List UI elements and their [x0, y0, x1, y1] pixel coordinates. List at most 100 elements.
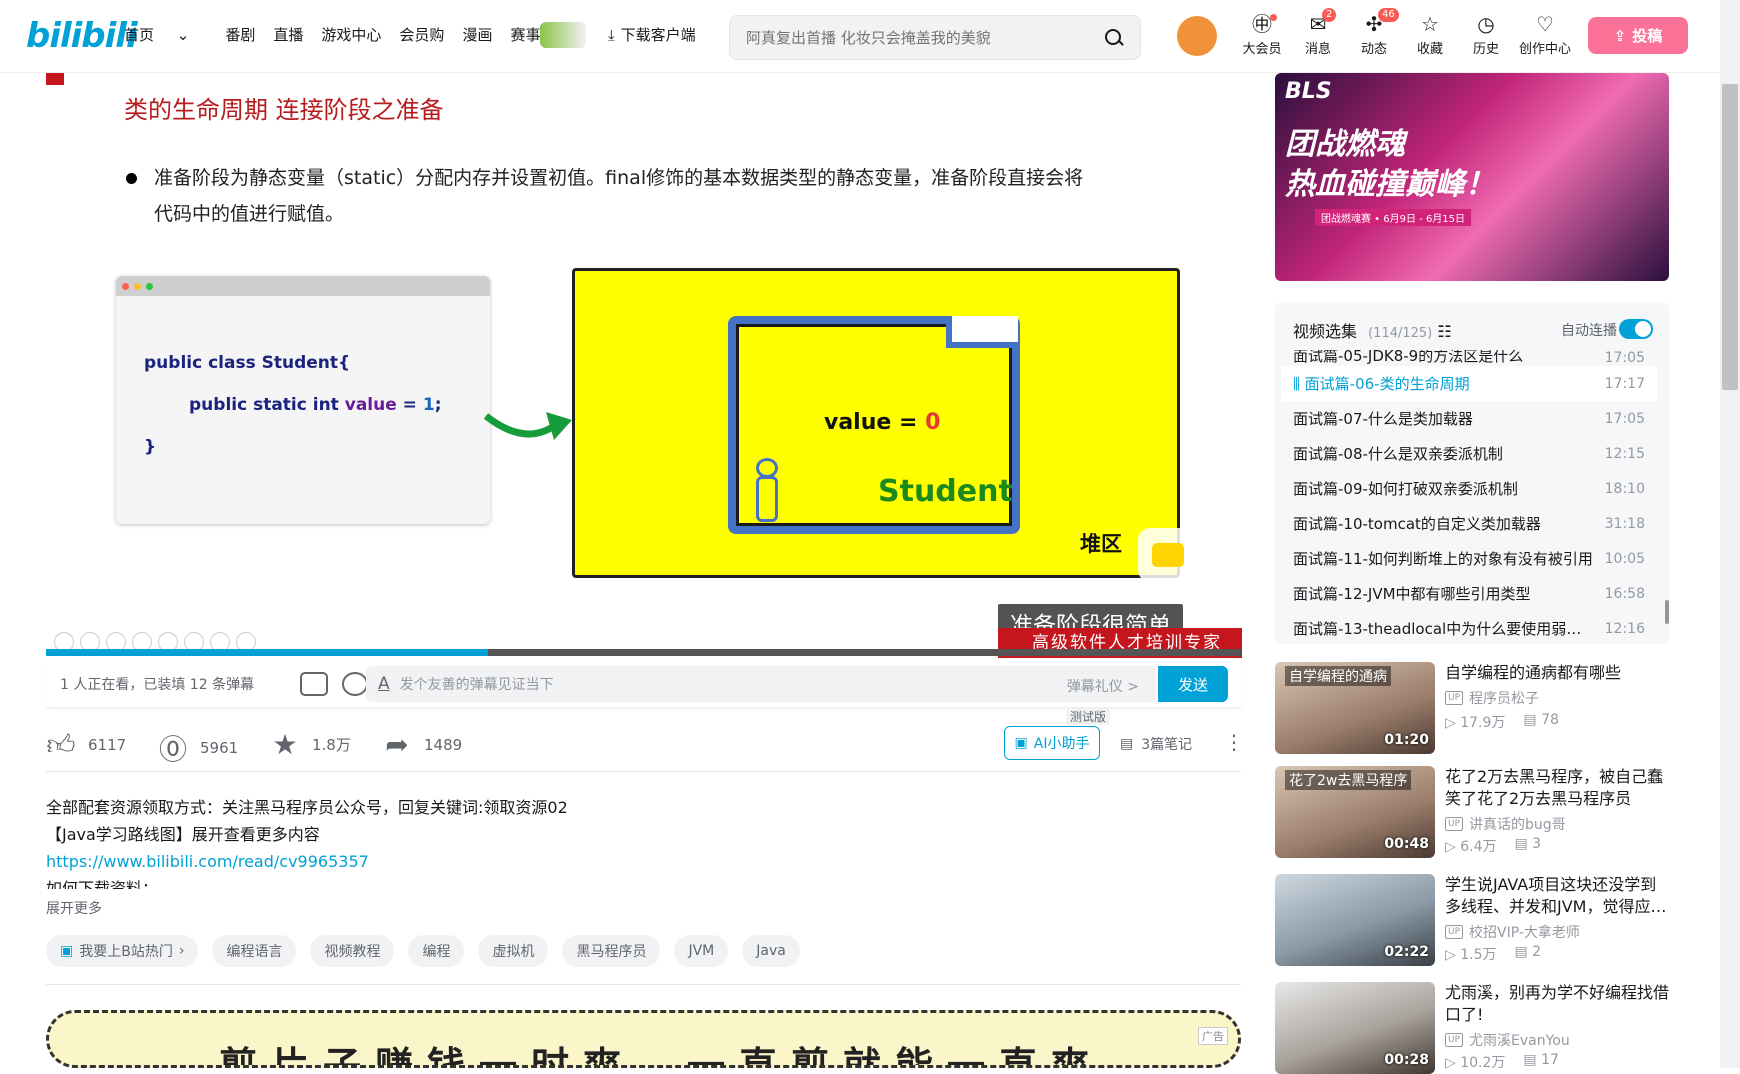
video-title[interactable]: 自学编程的通病都有哪些	[1445, 662, 1669, 684]
playlist-scrollbar[interactable]	[1665, 600, 1669, 624]
ai-assistant-button[interactable]: ▣ AI小助手	[1004, 726, 1100, 760]
font-style-icon[interactable]: A	[378, 674, 390, 694]
vip-button[interactable]: ㊥ 大会员	[1234, 12, 1290, 57]
nav-anime[interactable]: 番剧	[225, 24, 255, 45]
danmaku-send-button[interactable]: 发送	[1158, 666, 1228, 702]
download-client-link[interactable]: ⤓ 下载客户端	[608, 24, 696, 45]
coin-icon: ⓪	[158, 733, 187, 766]
nav-esports[interactable]: 赛事	[510, 24, 540, 45]
danmaku-settings-icon[interactable]	[342, 671, 368, 696]
tag[interactable]: 虚拟机	[478, 935, 549, 967]
play-count-icon: ▷	[1445, 947, 1461, 963]
playlist-item-active[interactable]: ⫼ 面试篇-06-类的生命周期 17:17	[1281, 366, 1657, 401]
expand-description-link[interactable]: 展开更多	[46, 898, 102, 918]
play-icon[interactable]	[1138, 528, 1198, 582]
tag-hot[interactable]: ▣ 我要上B站热门 ›	[46, 935, 199, 967]
playing-icon: ⫼	[1293, 375, 1305, 393]
nav-home[interactable]: 首页 ⌄	[124, 24, 207, 45]
promo-banner[interactable]: BLS 团战燃魂 热血碰撞巅峰！ 团战燃魂赛 • 6月9日 - 6月15日	[1275, 73, 1669, 281]
recommended-video[interactable]: 自学编程的通病 01:20 自学编程的通病都有哪些 UP 程序员松子 ▷ 17.9…	[1275, 662, 1675, 754]
video-thumbnail[interactable]: 00:28	[1275, 982, 1435, 1074]
playlist-item[interactable]: 面试篇-13-theadlocal中为什么要使用弱引用 12:16	[1281, 611, 1657, 640]
nav-game-center[interactable]: 游戏中心	[321, 24, 381, 45]
slide-corner-mark	[46, 73, 64, 85]
video-title[interactable]: 尤雨溪，别再为学不好编程找借口了!	[1445, 982, 1669, 1026]
search-box	[729, 15, 1141, 60]
section-divider	[46, 984, 1241, 985]
notes-button[interactable]: ▤ 3篇笔记	[1120, 734, 1192, 754]
robot-icon: ▣	[1014, 735, 1028, 751]
video-thumbnail[interactable]: 花了2w去黑马程序 00:48	[1275, 766, 1435, 858]
nav-mascot-image[interactable]	[540, 22, 586, 48]
tag[interactable]: 编程	[408, 935, 465, 967]
student-label: Student	[878, 474, 1013, 509]
nav-live[interactable]: 直播	[273, 24, 303, 45]
favorite-button[interactable]: ★ 1.8万	[270, 728, 350, 761]
history-button[interactable]: ◷ 历史	[1458, 12, 1514, 57]
tag[interactable]: 编程语言	[212, 935, 297, 967]
recommended-video[interactable]: 02:22 学生说JAVA项目这块还没学到多线程、并发和JVM，觉得应该怎么办 …	[1275, 874, 1675, 966]
playlist-item[interactable]: 面试篇-10-tomcat的自定义类加载器 31:18	[1281, 506, 1657, 541]
favorites-button[interactable]: ☆ 收藏	[1402, 12, 1458, 57]
video-progress-bar[interactable]	[46, 649, 1241, 656]
autoplay-toggle[interactable]	[1619, 319, 1653, 339]
creator-center-label: 创作中心	[1518, 42, 1571, 57]
notes-label: 3篇笔记	[1141, 737, 1193, 753]
playlist-item[interactable]: 面试篇-05-JDK8-9的方法区是什么 17:05	[1281, 350, 1657, 366]
coin-button[interactable]: ⓪ 5961	[158, 728, 238, 768]
search-icon[interactable]	[1104, 28, 1124, 48]
slide-title: 类的生命周期 连接阶段之准备	[124, 96, 444, 124]
dynamic-button[interactable]: ✣ 46 动态	[1346, 8, 1402, 57]
recommended-video[interactable]: 00:28 尤雨溪，别再为学不好编程找借口了! UP 尤雨溪EvanYou ▷ 1…	[1275, 982, 1675, 1074]
video-duration: 02:22	[1384, 944, 1429, 960]
description-link[interactable]: https://www.bilibili.com/read/cv9965357	[46, 848, 1106, 875]
message-button[interactable]: ✉ 2 消息	[1290, 8, 1346, 57]
video-thumbnail[interactable]: 02:22	[1275, 874, 1435, 966]
tag[interactable]: 视频教程	[310, 935, 395, 967]
search-input[interactable]	[746, 28, 1104, 47]
code-keyword: public class	[144, 353, 256, 373]
tag[interactable]: Java	[742, 935, 800, 967]
nav-mall[interactable]: 会员购	[399, 24, 444, 45]
upload-button[interactable]: ⇪ 投稿	[1588, 17, 1688, 54]
uploader[interactable]: UP 程序员松子	[1445, 688, 1539, 708]
bilibili-logo[interactable]: bilibili	[26, 16, 138, 56]
promo-subtitle: 团战燃魂赛 • 6月9日 - 6月15日	[1315, 209, 1472, 226]
page-scrollbar-thumb[interactable]	[1722, 84, 1738, 390]
uploader[interactable]: UP 尤雨溪EvanYou	[1445, 1030, 1570, 1050]
playlist-item[interactable]: 面试篇-08-什么是双亲委派机制 12:15	[1281, 436, 1657, 471]
video-thumbnail[interactable]: 自学编程的通病 01:20	[1275, 662, 1435, 754]
danmaku-input[interactable]: A 发个友善的弹幕见证当下	[366, 666, 1156, 702]
views: ▷ 1.5万	[1445, 944, 1496, 964]
playlist-item[interactable]: 面试篇-11-如何判断堆上的对象有没有被引用 10:05	[1281, 541, 1657, 576]
up-icon: UP	[1445, 691, 1464, 705]
danmaku-etiquette-link[interactable]: 弹幕礼仪 >	[1067, 676, 1139, 696]
danmaku-toggle-icon[interactable]	[300, 671, 328, 696]
video-title[interactable]: 花了2万去黑马程序，被自己蠢笑了花了2万去黑马程序员	[1445, 766, 1669, 810]
code-keyword: public static int	[189, 395, 339, 415]
playlist-item[interactable]: 面试篇-09-如何打破双亲委派机制 18:10	[1281, 471, 1657, 506]
playlist-item[interactable]: 面试篇-07-什么是类加载器 17:05	[1281, 401, 1657, 436]
tag[interactable]: 黑马程序员	[562, 935, 661, 967]
playlist-item[interactable]: 面试篇-12-JVM中都有哪些引用类型 16:58	[1281, 576, 1657, 611]
recommended-video[interactable]: 花了2w去黑马程序 00:48 花了2万去黑马程序，被自己蠢笑了花了2万去黑马程…	[1275, 766, 1675, 858]
download-label: 下载客户端	[620, 26, 696, 44]
nav-manga[interactable]: 漫画	[462, 24, 492, 45]
promo-brand: BLS	[1285, 79, 1332, 104]
uploader[interactable]: UP 讲真话的bug哥	[1445, 814, 1566, 834]
view-count: 10.2万	[1460, 1055, 1506, 1071]
share-button[interactable]: ➦ 1489	[382, 728, 462, 761]
list-icon[interactable]: ☷	[1437, 322, 1451, 341]
creator-center-button[interactable]: ♡ 创作中心	[1514, 12, 1576, 57]
uploader[interactable]: UP 校招VIP-大拿老师	[1445, 922, 1580, 942]
ad-banner[interactable]: 剪片子赚钱一时爽，一直剪就能一直爽 广告	[46, 1010, 1241, 1068]
like-button[interactable]: 👍︎ 6117	[46, 728, 126, 762]
up-icon: UP	[1445, 1033, 1464, 1047]
more-menu-icon[interactable]: ⋮	[1224, 730, 1244, 754]
tag[interactable]: JVM	[674, 935, 729, 967]
playlist-title: 视频选集	[1293, 322, 1358, 341]
nav-home-label: 首页	[124, 26, 155, 44]
avatar[interactable]	[1177, 16, 1217, 56]
window-min-dot	[134, 282, 141, 290]
video-title[interactable]: 学生说JAVA项目这块还没学到多线程、并发和JVM，觉得应该怎么办	[1445, 874, 1669, 918]
